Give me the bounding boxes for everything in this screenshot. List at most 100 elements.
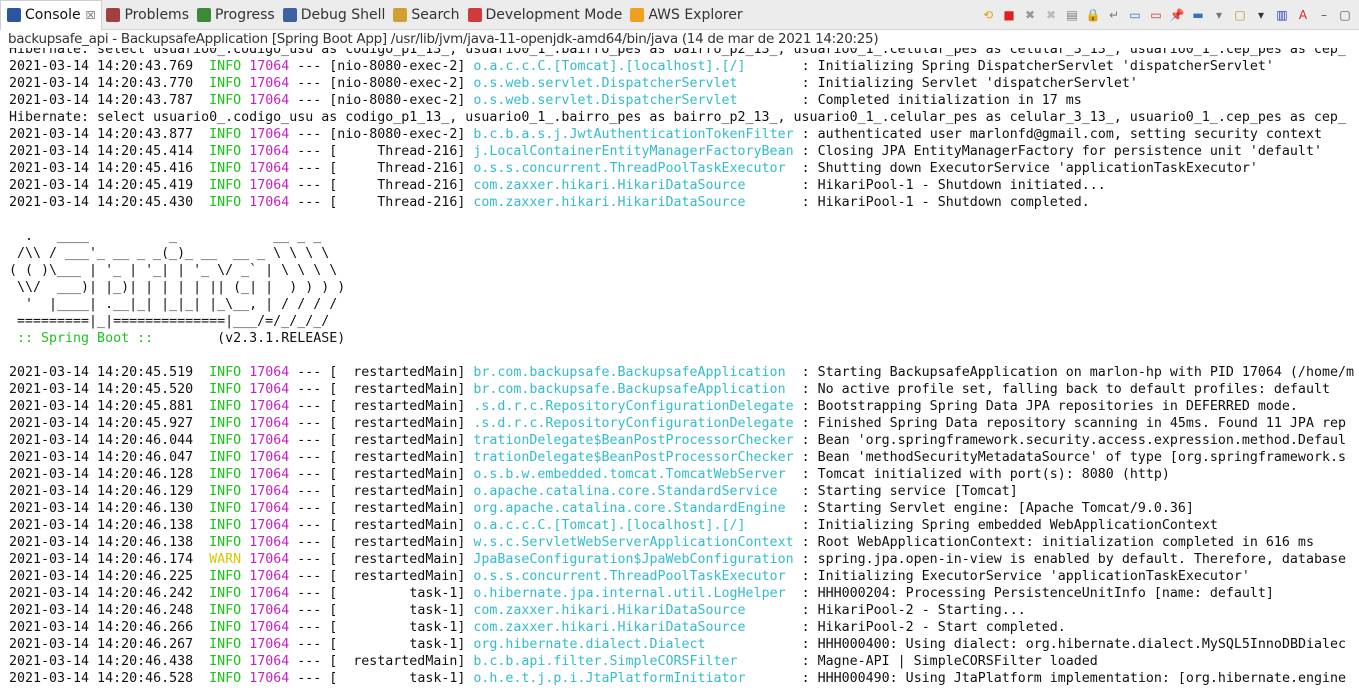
log-pid: 17064 bbox=[249, 654, 290, 669]
scroll-lock-icon[interactable]: 🔒 bbox=[1085, 7, 1101, 23]
close-tab-icon[interactable]: ☒ bbox=[86, 9, 96, 22]
log-line: 2021-03-14 14:20:45.430 INFO 17064 --- [… bbox=[9, 195, 1090, 210]
log-message: Bean 'methodSecurityMetadataSource' of t… bbox=[817, 450, 1346, 465]
log-line: 2021-03-14 14:20:46.138 INFO 17064 --- [… bbox=[9, 535, 1314, 550]
remove-launch-icon[interactable]: ✖ bbox=[1022, 7, 1038, 23]
console-description: backupsafe_api - BackupsafeApplication [… bbox=[8, 31, 879, 47]
show-on-stdout-icon[interactable]: ▭ bbox=[1127, 7, 1143, 23]
log-message: Initializing ExecutorService 'applicatio… bbox=[817, 569, 1250, 584]
log-message: Initializing Spring embedded WebApplicat… bbox=[817, 518, 1218, 533]
log-line: 2021-03-14 14:20:46.138 INFO 17064 --- [… bbox=[9, 518, 1218, 533]
log-level: INFO bbox=[209, 195, 242, 210]
spring-boot-version: (v2.3.1.RELEASE) bbox=[161, 331, 346, 346]
log-pid: 17064 bbox=[249, 178, 290, 193]
log-line: 2021-03-14 14:20:46.128 INFO 17064 --- [… bbox=[9, 467, 1170, 482]
tab-development-mode[interactable]: Development Mode bbox=[464, 0, 627, 30]
spring-boot-label: :: Spring Boot :: bbox=[9, 331, 162, 346]
log-timestamp: 2021-03-14 14:20:45.414 bbox=[9, 144, 194, 159]
new-console-icon[interactable]: ▢ bbox=[1232, 7, 1248, 23]
log-logger: o.h.e.t.j.p.i.JtaPlatformInitiator bbox=[473, 671, 746, 686]
console-output[interactable]: Hibernate: select usuario0_.codigo_usu a… bbox=[9, 48, 1359, 692]
pin-console-icon[interactable]: 📌 bbox=[1169, 7, 1185, 23]
log-line: =========|_|==============|___/=/_/_/_/ bbox=[9, 313, 1359, 330]
log-message: No active profile set, falling back to d… bbox=[817, 382, 1330, 397]
log-logger: o.s.b.w.embedded.tomcat.TomcatWebServer bbox=[473, 467, 786, 482]
log-level: INFO bbox=[209, 59, 242, 74]
tab-label: Progress bbox=[214, 6, 275, 23]
log-message: HikariPool-1 - Shutdown completed. bbox=[817, 195, 1090, 210]
log-level: INFO bbox=[209, 620, 242, 635]
log-level: INFO bbox=[209, 399, 242, 414]
tab-debug-shell[interactable]: Debug Shell bbox=[279, 0, 390, 30]
log-timestamp: 2021-03-14 14:20:46.242 bbox=[9, 586, 194, 601]
tab-aws-explorer[interactable]: AWS Explorer bbox=[626, 0, 746, 30]
log-message: HikariPool-2 - Starting... bbox=[817, 603, 1026, 618]
log-timestamp: 2021-03-14 14:20:45.927 bbox=[9, 416, 194, 431]
log-level: WARN bbox=[209, 552, 242, 567]
minimize-icon[interactable]: – bbox=[1316, 7, 1332, 23]
log-message: Closing JPA EntityManagerFactory for per… bbox=[817, 144, 1322, 159]
log-text: Hibernate: select usuario0_.codigo_usu a… bbox=[9, 110, 1346, 125]
log-thread: restartedMain bbox=[353, 433, 458, 448]
log-pid: 17064 bbox=[249, 76, 290, 91]
log-logger: com.zaxxer.hikari.HikariDataSource bbox=[473, 178, 746, 193]
tab-search[interactable]: Search bbox=[389, 0, 463, 30]
log-thread: Thread-216 bbox=[377, 161, 458, 176]
log-line: 2021-03-14 14:20:45.927 INFO 17064 --- [… bbox=[9, 416, 1346, 431]
log-thread: task-1 bbox=[409, 671, 458, 686]
log-message: Bootstrapping Spring Data JPA repositori… bbox=[817, 399, 1298, 414]
log-logger: br.com.backupsafe.BackupsafeApplication bbox=[473, 365, 786, 380]
log-line: ( ( )\___ | '_ | '_| | '_ \/ _` | \ \ \ … bbox=[9, 262, 1359, 279]
log-thread: nio-8080-exec-2 bbox=[337, 59, 458, 74]
display-dropdown-icon[interactable]: ▾ bbox=[1211, 7, 1227, 23]
log-text: ( ( )\___ | '_ | '_| | '_ \/ _` | \ \ \ … bbox=[9, 263, 338, 278]
log-line: 2021-03-14 14:20:46.174 WARN 17064 --- [… bbox=[9, 552, 1346, 567]
log-pid: 17064 bbox=[249, 671, 290, 686]
log-timestamp: 2021-03-14 14:20:43.877 bbox=[9, 127, 194, 142]
log-logger: o.s.s.concurrent.ThreadPoolTaskExecutor bbox=[473, 569, 786, 584]
log-pid: 17064 bbox=[249, 501, 290, 516]
terminate-icon[interactable]: ■ bbox=[1001, 7, 1017, 23]
log-timestamp: 2021-03-14 14:20:45.520 bbox=[9, 382, 194, 397]
aws-explorer-icon bbox=[630, 7, 645, 22]
log-line: 2021-03-14 14:20:46.266 INFO 17064 --- [… bbox=[9, 620, 1066, 635]
log-thread: restartedMain bbox=[353, 450, 458, 465]
tab-problems[interactable]: Problems bbox=[102, 0, 193, 30]
console-settings-icon[interactable]: ▥ bbox=[1274, 7, 1290, 23]
tab-progress[interactable]: Progress bbox=[193, 0, 279, 30]
clear-console-icon[interactable]: ▤ bbox=[1064, 7, 1080, 23]
log-level: INFO bbox=[209, 518, 242, 533]
relaunch-icon[interactable]: ⟲ bbox=[980, 7, 996, 23]
log-thread: Thread-216 bbox=[377, 195, 458, 210]
log-line: 2021-03-14 14:20:45.519 INFO 17064 --- [… bbox=[9, 365, 1354, 380]
log-timestamp: 2021-03-14 14:20:46.128 bbox=[9, 467, 194, 482]
log-logger: j.LocalContainerEntityManagerFactoryBean bbox=[473, 144, 794, 159]
maximize-icon[interactable]: ▢ bbox=[1337, 7, 1353, 23]
log-line: \\/ ___)| |_)| | | | | || (_| | ) ) ) ) bbox=[9, 279, 1359, 296]
log-line: 2021-03-14 14:20:46.130 INFO 17064 --- [… bbox=[9, 501, 1194, 516]
log-text: ' |____| .__|_| |_|_| |_\__, | / / / / bbox=[9, 297, 338, 312]
log-level: INFO bbox=[209, 535, 242, 550]
log-thread: Thread-216 bbox=[377, 178, 458, 193]
log-message: Finished Spring Data repository scanning… bbox=[817, 416, 1346, 431]
log-pid: 17064 bbox=[249, 382, 290, 397]
new-console-dropdown-icon[interactable]: ▾ bbox=[1253, 7, 1269, 23]
log-line: 2021-03-14 14:20:45.881 INFO 17064 --- [… bbox=[9, 399, 1298, 414]
show-on-stderr-icon[interactable]: ▭ bbox=[1148, 7, 1164, 23]
log-timestamp: 2021-03-14 14:20:46.528 bbox=[9, 671, 194, 686]
log-line: :: Spring Boot :: (v2.3.1.RELEASE) bbox=[9, 330, 1359, 347]
log-pid: 17064 bbox=[249, 552, 290, 567]
tab-console[interactable]: Console ☒ bbox=[0, 0, 103, 30]
remove-all-icon[interactable]: ✖ bbox=[1043, 7, 1059, 23]
log-thread: restartedMain bbox=[353, 535, 458, 550]
log-pid: 17064 bbox=[249, 433, 290, 448]
display-console-icon[interactable]: ▬ bbox=[1190, 7, 1206, 23]
log-pid: 17064 bbox=[249, 467, 290, 482]
ascii-icon[interactable]: A bbox=[1295, 7, 1311, 23]
log-timestamp: 2021-03-14 14:20:46.225 bbox=[9, 569, 194, 584]
log-thread: nio-8080-exec-2 bbox=[337, 76, 458, 91]
word-wrap-icon[interactable]: ↵ bbox=[1106, 7, 1122, 23]
log-message: Shutting down ExecutorService 'applicati… bbox=[817, 161, 1258, 176]
log-thread: restartedMain bbox=[353, 518, 458, 533]
